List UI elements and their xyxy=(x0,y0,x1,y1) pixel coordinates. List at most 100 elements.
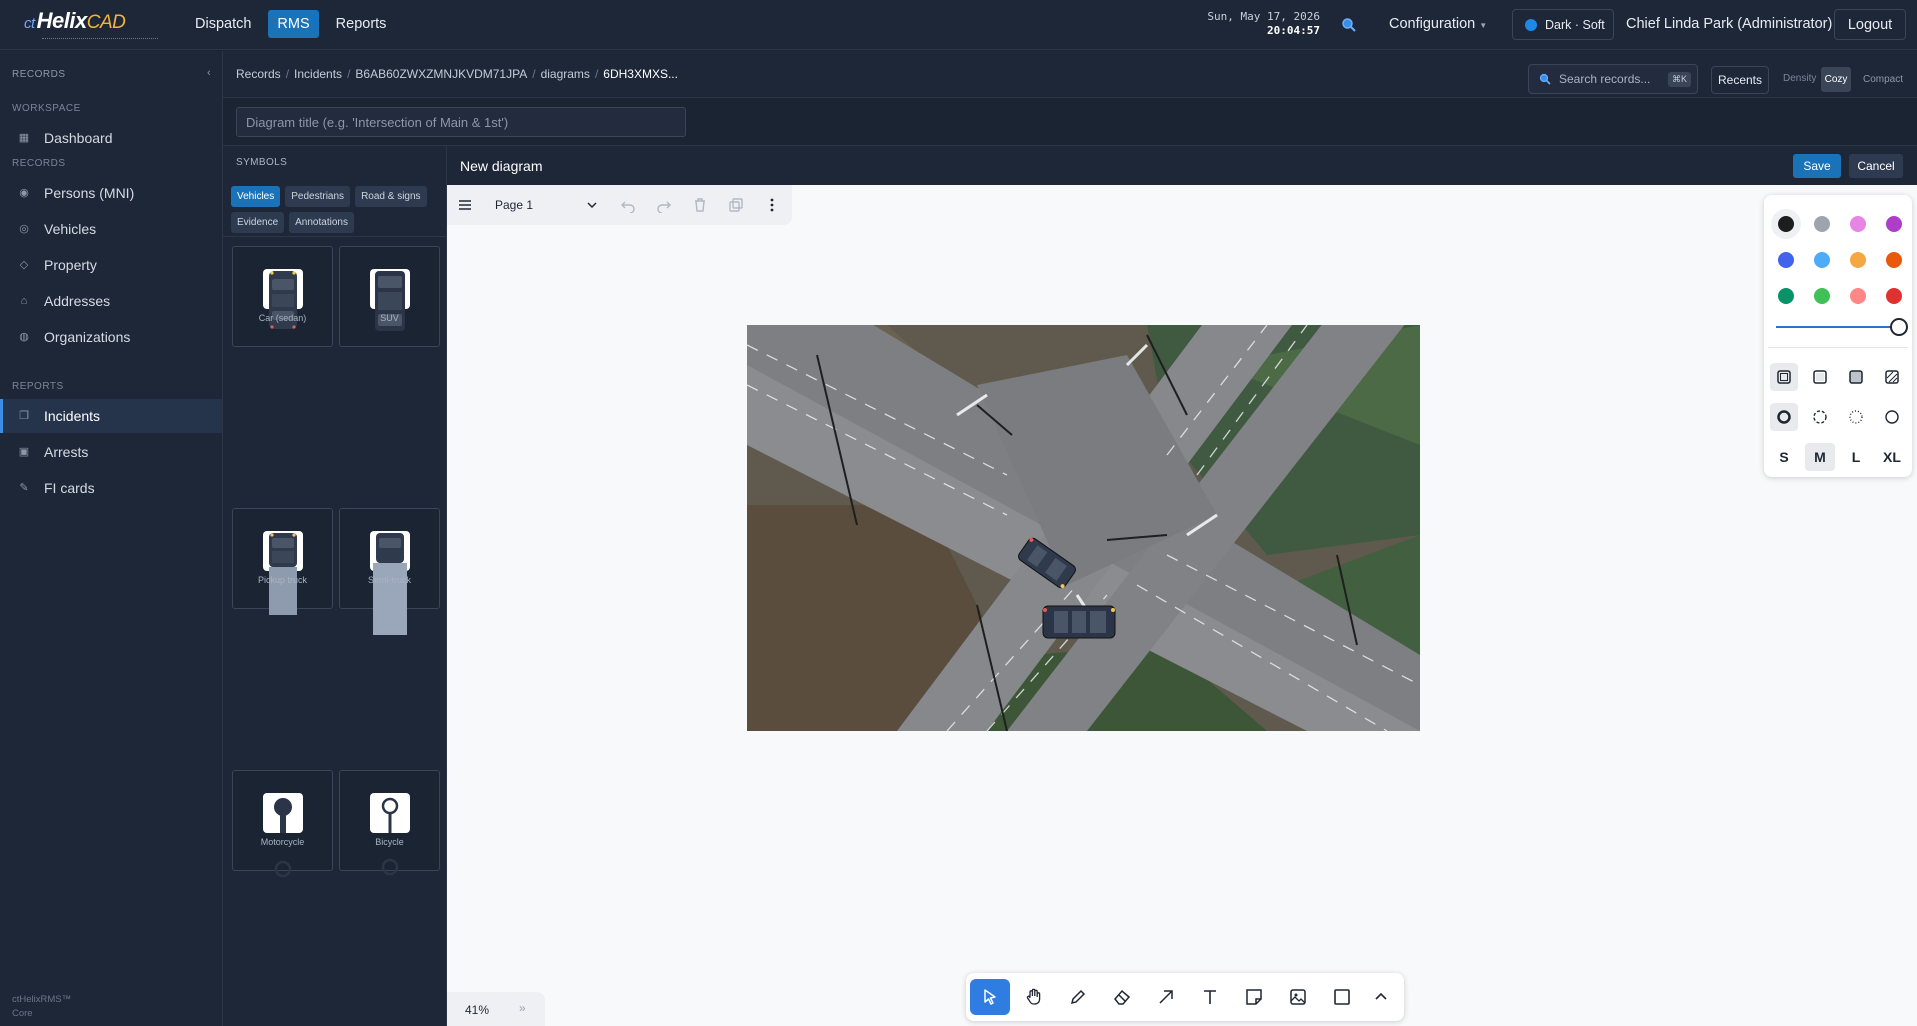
size-m-button[interactable]: M xyxy=(1805,443,1835,471)
nav-dispatch[interactable]: Dispatch xyxy=(186,10,260,38)
stroke-dashed-button[interactable] xyxy=(1806,403,1834,431)
color-swatch-red[interactable] xyxy=(1886,288,1902,304)
product-edition: Core xyxy=(12,1008,33,1019)
more-tools-button[interactable] xyxy=(1364,979,1398,1015)
nav-reports[interactable]: Reports xyxy=(327,10,396,38)
expand-minimap-icon[interactable]: » xyxy=(519,1001,526,1015)
symbol-pickup-truck[interactable]: Pickup truck xyxy=(232,508,333,615)
sidebar: RECORDS ‹ WORKSPACE ▦ Dashboard RECORDS ◉… xyxy=(0,51,223,1026)
symbol-car-sedan[interactable]: Car (sedan) xyxy=(232,246,333,347)
sidebar-item-persons[interactable]: ◉ Persons (MNI) xyxy=(0,176,222,210)
tab-evidence[interactable]: Evidence xyxy=(231,212,285,233)
sidebar-item-organizations[interactable]: ◍ Organizations xyxy=(0,320,222,354)
sidebar-item-arrests[interactable]: ▣ Arrests xyxy=(0,435,222,469)
breadcrumb-records[interactable]: Records xyxy=(236,67,281,81)
pencil-icon xyxy=(1070,989,1086,1005)
size-xl-button[interactable]: XL xyxy=(1877,443,1907,471)
tab-annotations[interactable]: Annotations xyxy=(289,212,354,233)
size-s-button[interactable]: S xyxy=(1769,443,1799,471)
color-swatch-light-violet[interactable] xyxy=(1850,216,1866,232)
symbol-suv[interactable]: SUV xyxy=(339,246,440,347)
sidebar-item-fi-cards[interactable]: ✎ FI cards xyxy=(0,471,222,505)
sidebar-item-label: Addresses xyxy=(44,293,111,309)
symbol-motorcycle[interactable]: Motorcycle xyxy=(232,770,333,878)
color-swatch-grey[interactable] xyxy=(1814,216,1830,232)
symbol-semi-truck[interactable]: Semi-truck xyxy=(339,508,440,635)
record-search-input[interactable]: Search records... ⌘K xyxy=(1528,64,1698,94)
sidebar-item-vehicles[interactable]: ◎ Vehicles xyxy=(0,212,222,246)
color-swatch-green[interactable] xyxy=(1778,288,1794,304)
fill-none-button[interactable] xyxy=(1770,363,1798,391)
stroke-dotted-button[interactable] xyxy=(1842,403,1870,431)
opacity-slider-handle[interactable] xyxy=(1890,318,1908,336)
fill-solid-button[interactable] xyxy=(1842,363,1870,391)
text-tool[interactable] xyxy=(1190,979,1230,1015)
pen-icon: ✎ xyxy=(19,482,29,494)
sidebar-item-property[interactable]: ◇ Property xyxy=(0,248,222,282)
stroke-solid-button[interactable] xyxy=(1878,403,1906,431)
menu-icon[interactable] xyxy=(457,197,473,213)
rectangle-tool[interactable] xyxy=(1322,979,1362,1015)
recents-button[interactable]: Recents xyxy=(1711,66,1769,94)
density-cozy[interactable]: Cozy xyxy=(1821,67,1851,92)
fill-pattern-button[interactable] xyxy=(1878,363,1906,391)
diagram-title-input[interactable] xyxy=(236,107,686,137)
search-icon[interactable] xyxy=(1341,17,1357,33)
app-logo[interactable]: ctHelixCAD xyxy=(24,8,158,44)
sidebar-item-incidents[interactable]: ❐ Incidents xyxy=(0,399,222,433)
breadcrumb: Records / Incidents / B6AB60ZWXZMNJKVDM71JPA… xyxy=(236,67,678,81)
fill-semi-button[interactable] xyxy=(1806,363,1834,391)
image-tool[interactable] xyxy=(1278,979,1318,1015)
duplicate-icon[interactable] xyxy=(728,197,744,213)
intersection-aerial-image[interactable] xyxy=(747,325,1420,731)
color-swatch-yellow[interactable] xyxy=(1850,252,1866,268)
nav-rms[interactable]: RMS xyxy=(268,10,319,38)
note-tool[interactable] xyxy=(1234,979,1274,1015)
breadcrumb-incident-id[interactable]: B6AB60ZWXZMNJKVDM71JPA xyxy=(355,67,527,81)
symbol-label: Bicycle xyxy=(375,837,404,847)
density-compact[interactable]: Compact xyxy=(1859,67,1907,92)
size-l-button[interactable]: L xyxy=(1841,443,1871,471)
color-swatch-black[interactable] xyxy=(1778,216,1794,232)
trash-icon[interactable] xyxy=(692,197,708,213)
tab-pedestrians[interactable]: Pedestrians xyxy=(285,186,351,207)
color-swatch-light-blue[interactable] xyxy=(1814,252,1830,268)
hand-tool[interactable] xyxy=(1014,979,1054,1015)
stroke-solid-icon xyxy=(1885,410,1899,424)
color-swatch-orange[interactable] xyxy=(1886,252,1902,268)
editor-title: New diagram xyxy=(460,158,543,174)
save-button[interactable]: Save xyxy=(1793,154,1841,178)
stroke-draw-button[interactable] xyxy=(1770,403,1798,431)
logo-main: Helix xyxy=(36,8,88,33)
breadcrumb-incidents[interactable]: Incidents xyxy=(294,67,342,81)
undo-icon[interactable] xyxy=(620,197,636,213)
arrow-tool[interactable] xyxy=(1146,979,1186,1015)
logout-button[interactable]: Logout xyxy=(1834,9,1906,40)
color-swatch-light-red[interactable] xyxy=(1850,288,1866,304)
draw-tool[interactable] xyxy=(1058,979,1098,1015)
color-swatch-blue[interactable] xyxy=(1778,252,1794,268)
home-icon: ⌂ xyxy=(20,295,28,307)
page-selector-label[interactable]: Page 1 xyxy=(495,198,533,212)
color-swatch-light-green[interactable] xyxy=(1814,288,1830,304)
chevron-down-icon[interactable] xyxy=(584,197,600,213)
breadcrumb-diagrams[interactable]: diagrams xyxy=(541,67,590,81)
collapse-sidebar-icon[interactable]: ‹ xyxy=(207,67,211,79)
cancel-button[interactable]: Cancel xyxy=(1849,154,1903,178)
sidebar-item-addresses[interactable]: ⌂ Addresses xyxy=(0,284,222,318)
sidebar-item-dashboard[interactable]: ▦ Dashboard xyxy=(0,121,222,155)
theme-toggle[interactable]: Dark · Soft xyxy=(1512,9,1614,40)
symbol-bicycle[interactable]: Bicycle xyxy=(339,770,440,876)
tab-vehicles[interactable]: Vehicles xyxy=(231,186,281,207)
select-tool[interactable] xyxy=(970,979,1010,1015)
zoom-level[interactable]: 41% xyxy=(465,1003,489,1017)
more-vertical-icon[interactable] xyxy=(764,197,780,213)
color-swatch-violet[interactable] xyxy=(1886,216,1902,232)
configuration-menu[interactable]: Configuration ▼ xyxy=(1389,16,1487,32)
opacity-slider-track[interactable] xyxy=(1776,326,1898,328)
tab-road-signs[interactable]: Road & signs xyxy=(355,186,427,207)
eraser-tool[interactable] xyxy=(1102,979,1142,1015)
current-user[interactable]: Chief Linda Park (Administrator) xyxy=(1626,16,1832,32)
redo-icon[interactable] xyxy=(656,197,672,213)
drawing-canvas[interactable]: Page 1 S M L XL 41% » xyxy=(447,185,1917,1026)
